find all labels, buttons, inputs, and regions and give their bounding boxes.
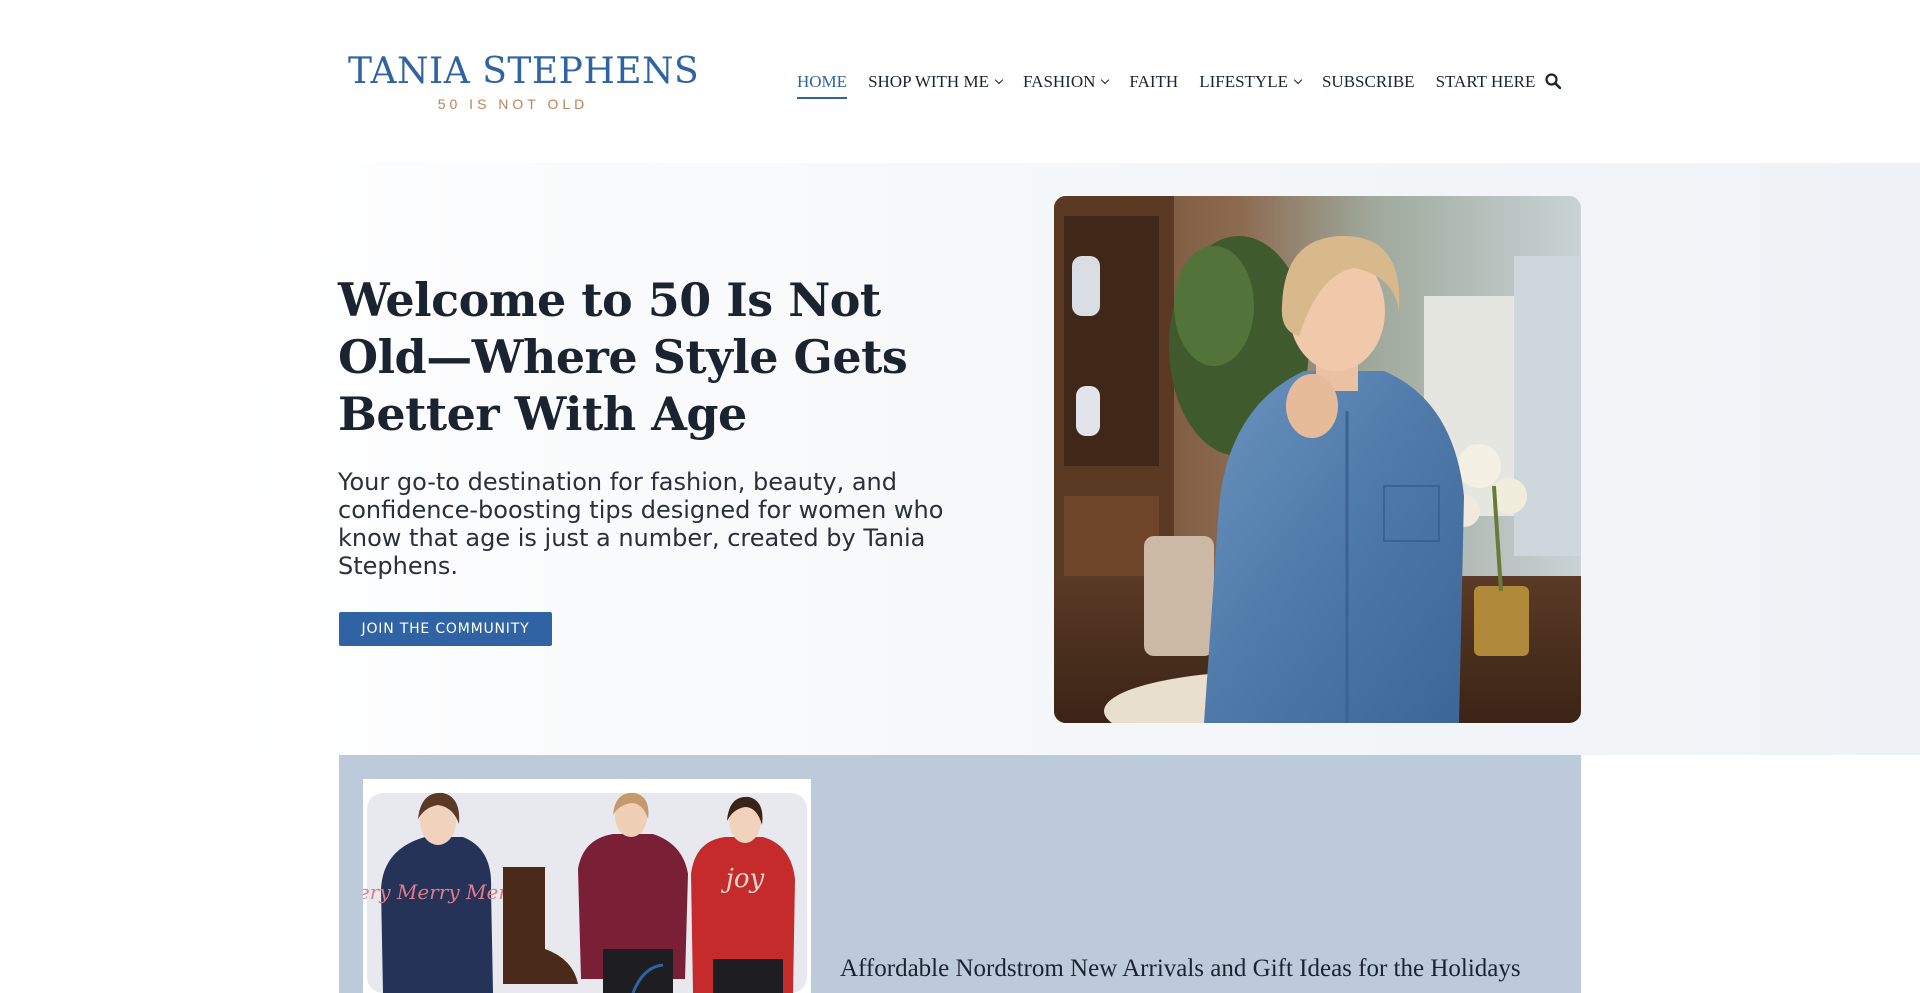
nav-item-start-here[interactable]: START HERE bbox=[1436, 72, 1536, 92]
nav-item-label: HOME bbox=[797, 72, 848, 91]
search-icon[interactable] bbox=[1545, 73, 1561, 89]
nav-item-label: SUBSCRIBE bbox=[1321, 72, 1415, 91]
nav-item-lifestyle[interactable]: LIFESTYLE bbox=[1199, 72, 1303, 92]
sweater-text-joy: joy bbox=[721, 864, 765, 894]
featured-post-title[interactable]: Affordable Nordstrom New Arrivals and Gi… bbox=[840, 955, 1521, 983]
chevron-down-icon bbox=[994, 75, 1004, 85]
nav-item-fashion[interactable]: FASHION bbox=[1022, 72, 1110, 92]
nav-item-label: SHOP WITH ME bbox=[868, 72, 989, 91]
hero-subtitle: Your go-to destination for fashion, beau… bbox=[338, 468, 944, 580]
hero-title: Welcome to 50 Is Not Old—Where Style Get… bbox=[338, 273, 908, 441]
nav-item-label: FASHION bbox=[1022, 72, 1096, 91]
nav-item-faith[interactable]: FAITH bbox=[1129, 72, 1178, 92]
hero-section bbox=[0, 163, 1920, 755]
nav-item-subscribe[interactable]: SUBSCRIBE bbox=[1322, 72, 1415, 92]
featured-post: Very Merry Merry joy Affordable Nordstro… bbox=[339, 755, 1581, 993]
hero-photo bbox=[1054, 196, 1581, 723]
featured-thumbnail[interactable]: Very Merry Merry joy bbox=[363, 779, 811, 993]
logo-subtitle: 50 IS NOT OLD bbox=[437, 96, 589, 112]
chevron-down-icon bbox=[1101, 75, 1110, 85]
chevron-down-icon bbox=[1293, 75, 1303, 85]
portrait-image bbox=[1054, 196, 1581, 723]
join-community-button[interactable]: JOIN THE COMMUNITY bbox=[339, 612, 552, 646]
nav-item-label: START HERE bbox=[1435, 72, 1536, 91]
nav-item-home[interactable]: HOME bbox=[797, 72, 848, 99]
site-logo[interactable]: TANIA STEPHENS 50 IS NOT OLD bbox=[348, 51, 700, 113]
nav-item-label: LIFESTYLE bbox=[1199, 72, 1288, 91]
nav-item-shop-with-me[interactable]: SHOP WITH ME bbox=[868, 72, 1004, 92]
nav-item-label: FAITH bbox=[1129, 72, 1179, 91]
main-nav: HOME SHOP WITH ME FASHION FAITH LIFESTYL… bbox=[797, 70, 1536, 99]
logo-title: TANIA STEPHENS bbox=[348, 51, 700, 92]
holiday-products-image: Very Merry Merry joy bbox=[363, 792, 807, 993]
site-header: TANIA STEPHENS 50 IS NOT OLD HOME SHOP W… bbox=[0, 0, 1920, 163]
